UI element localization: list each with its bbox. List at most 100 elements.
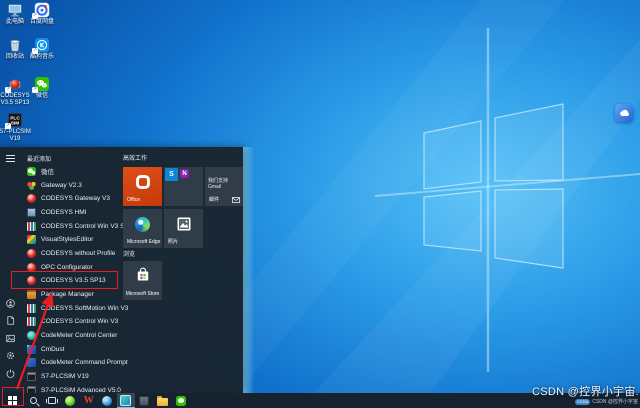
tile-group-header: 浏览 xyxy=(123,249,135,258)
power-icon xyxy=(6,369,15,378)
start-menu-item-codesys-gateway-v3[interactable]: CODESYS Gateway V3 xyxy=(21,192,123,206)
office-logo-icon xyxy=(136,175,150,189)
pictures-button[interactable] xyxy=(4,332,17,345)
hamburger-icon xyxy=(6,155,15,162)
shortcut-arrow-icon xyxy=(32,87,38,93)
control-bars-icon xyxy=(27,222,36,231)
highlight-box-codesys-item xyxy=(11,271,118,289)
power-button[interactable] xyxy=(4,367,17,380)
control-bars-icon xyxy=(27,304,36,313)
onenote-icon[interactable] xyxy=(180,169,189,178)
documents-button[interactable] xyxy=(4,314,17,327)
start-menu-item-gateway-v23[interactable]: Gateway V2.3 xyxy=(21,178,123,192)
start-menu-item-visualstyleseditor[interactable]: VisualStylesEditor xyxy=(21,233,123,247)
document-icon xyxy=(6,316,15,325)
desktop-icon-kugou-music[interactable]: 酷狗音乐 xyxy=(26,37,58,61)
envelope-icon xyxy=(232,197,240,203)
desktop-icon-label: 百度网盘 xyxy=(26,19,58,26)
plcsim-icon: PLCSIM xyxy=(7,112,23,128)
tile-label: Microsoft Store xyxy=(123,291,162,297)
desktop-icon-baidu-netdisk[interactable]: 百度网盘 xyxy=(26,2,58,26)
this-pc-icon xyxy=(7,2,23,18)
shortcut-arrow-icon xyxy=(5,123,11,129)
app-label: CodeMeter Control Center xyxy=(41,332,117,339)
kugou-music-icon xyxy=(34,37,50,53)
start-menu-item-codesys-without-profile[interactable]: CODESYS without Profile xyxy=(21,247,123,261)
command-prompt-icon xyxy=(27,358,36,367)
codesys-icon xyxy=(27,194,36,203)
user-account-button[interactable] xyxy=(4,297,17,310)
codesys-icon xyxy=(27,249,36,258)
start-menu-item-codemeter-command-prompt[interactable]: CodeMeter Command Prompt xyxy=(21,356,123,370)
tile-microsoft-edge[interactable]: Microsoft Edge xyxy=(123,209,162,248)
baidu-netdisk-icon xyxy=(34,2,50,18)
cmdust-icon xyxy=(27,345,36,354)
visualstyles-icon xyxy=(27,235,36,244)
expand-menu-button[interactable] xyxy=(4,152,17,165)
app-label: CODESYS Gateway V3 xyxy=(41,195,110,202)
taskbar-app-wps[interactable] xyxy=(80,393,99,408)
plcsim-icon xyxy=(27,372,36,381)
blue-app-icon xyxy=(102,396,112,406)
app-label: CodeMeter Command Prompt xyxy=(41,359,128,366)
active-app-icon xyxy=(120,395,131,406)
app-label: CODESYS Control Win V3 xyxy=(41,318,118,325)
package-icon xyxy=(27,290,36,299)
svg-text:SIM: SIM xyxy=(11,121,20,127)
taskbar-search-button[interactable] xyxy=(24,393,43,408)
app-label: CODESYS without Profile xyxy=(41,250,115,257)
start-menu-item-codesys-softmotion[interactable]: CODESYS SoftMotion Win V3 xyxy=(21,301,123,315)
tile-office[interactable]: Office xyxy=(123,167,162,206)
shortcut-arrow-icon xyxy=(32,48,38,54)
app-label: Gateway V2.3 xyxy=(41,182,82,189)
tile-label: 照片 xyxy=(168,238,178,245)
recently-added-header: 最近添加 xyxy=(27,154,51,163)
app-label: CmDust xyxy=(41,346,64,353)
gray-app-icon xyxy=(139,396,149,406)
taskbar-app-active[interactable] xyxy=(117,393,136,408)
taskbar-app-blue[interactable] xyxy=(98,393,117,408)
start-menu-item-codesys-control-win[interactable]: CODESYS Control Win V3 xyxy=(21,315,123,329)
wechat-icon xyxy=(176,396,186,406)
start-menu-item-s7-plcsim-v19[interactable]: S7-PLCSIM V19 xyxy=(21,370,123,384)
taskbar-app-gray[interactable] xyxy=(135,393,154,408)
gateway-icon xyxy=(27,181,36,190)
start-menu-item-package-manager[interactable]: Package Manager xyxy=(21,288,123,302)
pictures-icon xyxy=(6,334,15,343)
start-menu: 最近添加 微信 Gateway V2.3 CODESYS Gateway V3 … xyxy=(0,147,243,393)
wechat-icon xyxy=(34,76,50,92)
taskbar-file-explorer[interactable] xyxy=(154,393,173,408)
desktop-icon-wechat[interactable]: 微信 xyxy=(26,76,58,100)
tile-mail[interactable]: 我们支持 Gmail 邮件 xyxy=(205,167,243,206)
cloud-icon xyxy=(619,109,630,117)
csdn-watermark: CSDN @控界小宇宙. xyxy=(532,383,639,399)
task-view-icon xyxy=(48,397,56,404)
tile-small-group xyxy=(164,167,203,206)
svg-text:PLC: PLC xyxy=(10,115,20,121)
start-menu-item-wechat[interactable]: 微信 xyxy=(21,165,123,179)
start-menu-item-codemeter-control-center[interactable]: CodeMeter Control Center xyxy=(21,329,123,343)
skype-icon[interactable] xyxy=(165,168,178,181)
recycle-bin-icon xyxy=(7,37,23,53)
start-menu-item-s7-plcsim-advanced[interactable]: S7-PLCSIM Advanced V5.0 xyxy=(21,384,123,394)
taskbar-app-green[interactable] xyxy=(61,393,80,408)
start-menu-item-codesys-control-systray[interactable]: CODESYS Control Win V3 SysTray xyxy=(21,219,123,233)
desktop-icon-s7-plcsim[interactable]: PLCSIM S7-PLCSIM V19 xyxy=(0,112,31,143)
monitor-icon xyxy=(27,208,36,217)
baidu-netdisk-sidebar-icon[interactable] xyxy=(615,104,633,122)
start-menu-item-codesys-hmi[interactable]: CODESYS HMI xyxy=(21,206,123,220)
tile-label: Microsoft Edge xyxy=(127,239,160,245)
plcsim-icon xyxy=(27,386,36,393)
shortcut-arrow-icon xyxy=(5,87,11,93)
codesys-icon xyxy=(7,76,23,92)
green-app-icon xyxy=(65,396,75,406)
start-menu-item-cmdust[interactable]: CmDust xyxy=(21,342,123,356)
tile-microsoft-store[interactable]: Microsoft Store xyxy=(123,261,162,300)
wps-icon xyxy=(84,396,94,406)
task-view-button[interactable] xyxy=(43,393,62,408)
taskbar-app-wechat[interactable] xyxy=(172,393,191,408)
app-label: S7-PLCSIM V19 xyxy=(41,373,89,380)
settings-button[interactable] xyxy=(4,349,17,362)
tile-group-header: 高效工作 xyxy=(123,153,147,162)
tile-photos[interactable]: 照片 xyxy=(164,209,203,248)
